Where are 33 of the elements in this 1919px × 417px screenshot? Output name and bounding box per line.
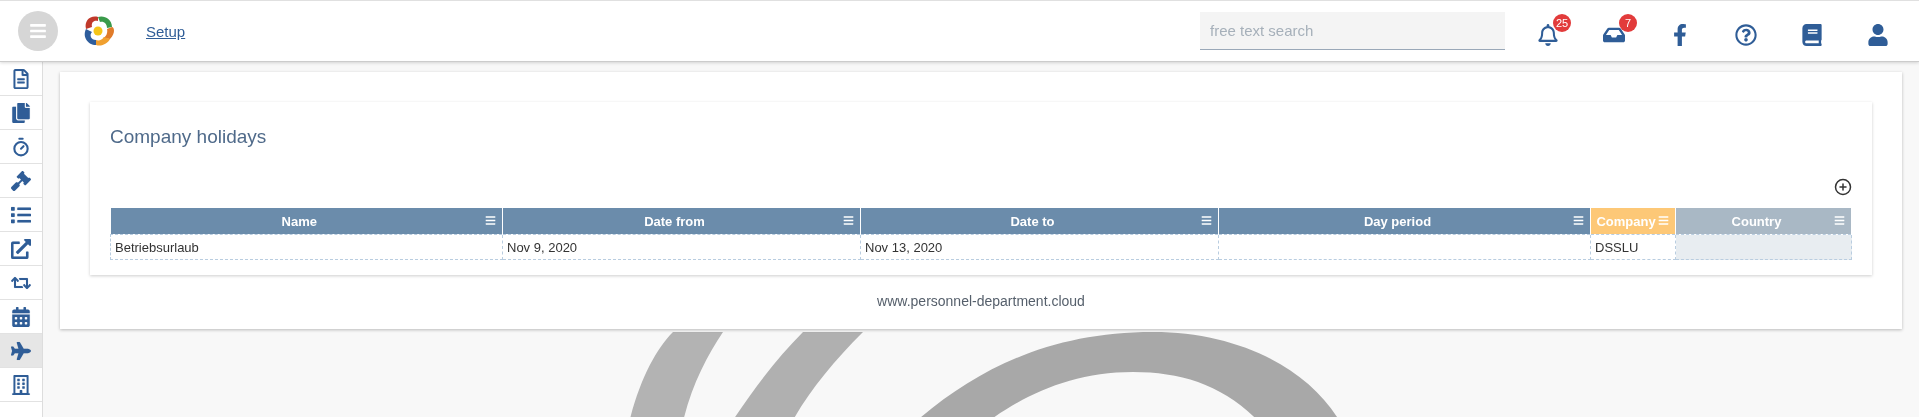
airplane-icon <box>11 340 31 361</box>
external-link-icon <box>11 238 31 259</box>
messages-button[interactable]: 7 <box>1603 14 1637 48</box>
gavel-icon <box>11 170 31 191</box>
column-header[interactable]: Day period <box>1218 208 1591 235</box>
column-menu-icon[interactable] <box>1201 215 1212 226</box>
column-header[interactable]: Name <box>110 208 503 235</box>
menu-icon <box>29 22 47 40</box>
list-icon <box>11 204 31 225</box>
building-icon <box>11 374 31 395</box>
sidebar-item[interactable] <box>0 334 42 368</box>
panel-title: Company holidays <box>110 126 268 148</box>
setup-link[interactable]: Setup <box>146 22 186 40</box>
notification-count: 25 <box>1553 14 1571 32</box>
document-icon <box>11 68 31 89</box>
copy-icon <box>11 102 31 123</box>
message-count: 7 <box>1619 14 1637 32</box>
table-cell: DSSLU <box>1590 234 1676 260</box>
column-menu-icon[interactable] <box>485 215 496 226</box>
footer-url: www.personnel-department.cloud <box>877 293 1085 309</box>
column-menu-icon[interactable] <box>1573 215 1584 226</box>
column-header[interactable]: Country <box>1675 208 1852 235</box>
stopwatch-icon <box>11 136 31 157</box>
column-header[interactable]: Date to <box>860 208 1219 235</box>
calendar-icon <box>11 306 31 327</box>
column-menu-icon[interactable] <box>843 215 854 226</box>
search-field[interactable]: free text search <box>1200 12 1505 50</box>
add-icon[interactable] <box>1834 178 1852 196</box>
table-cell: Nov 13, 2020 <box>860 234 1219 260</box>
notifications-button[interactable]: 25 <box>1537 14 1571 48</box>
table-cell: Nov 9, 2020 <box>502 234 861 260</box>
column-header[interactable]: Date from <box>502 208 861 235</box>
table-cell: Betriebsurlaub <box>110 234 503 260</box>
